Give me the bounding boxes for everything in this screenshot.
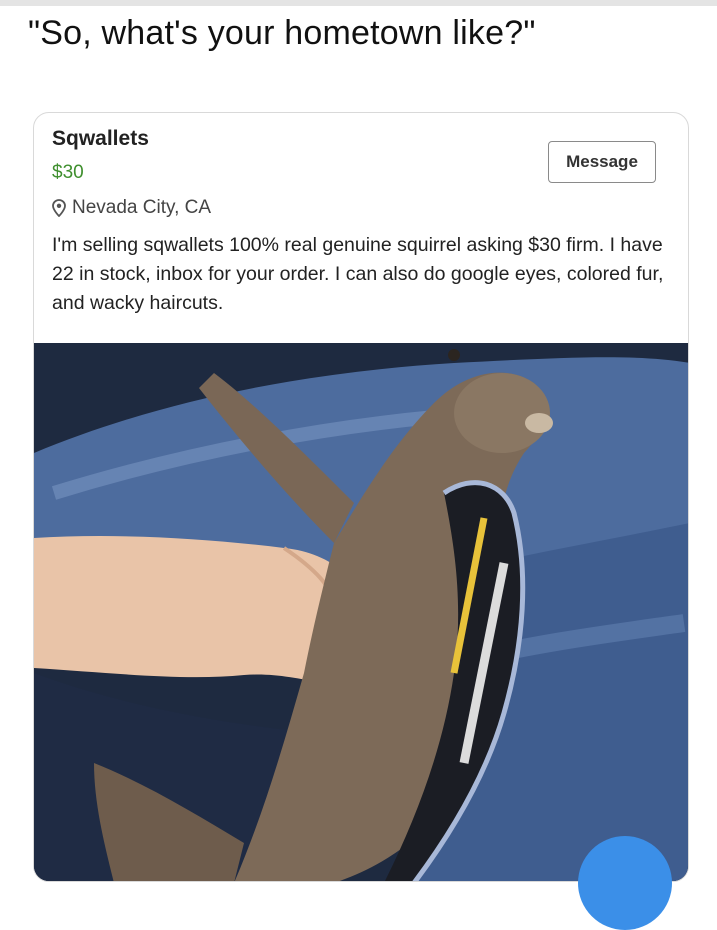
meme-caption: "So, what's your hometown like?" [28,14,536,52]
floating-action-button[interactable] [578,836,672,930]
listing-title: Sqwallets [52,127,149,150]
map-pin-icon [52,199,66,217]
message-button[interactable]: Message [548,141,656,183]
squirrel-wallet-photo [34,343,688,881]
listing-description: I'm selling sqwallets 100% real genuine … [52,234,664,314]
listing-photo[interactable] [34,343,688,881]
marketplace-listing-card[interactable]: Sqwallets $30 Nevada City, CA I'm sellin… [33,112,689,882]
listing-price: $30 [52,162,84,183]
location-text: Nevada City, CA [72,197,212,218]
top-divider [0,0,717,6]
listing-location: Nevada City, CA [52,197,211,219]
